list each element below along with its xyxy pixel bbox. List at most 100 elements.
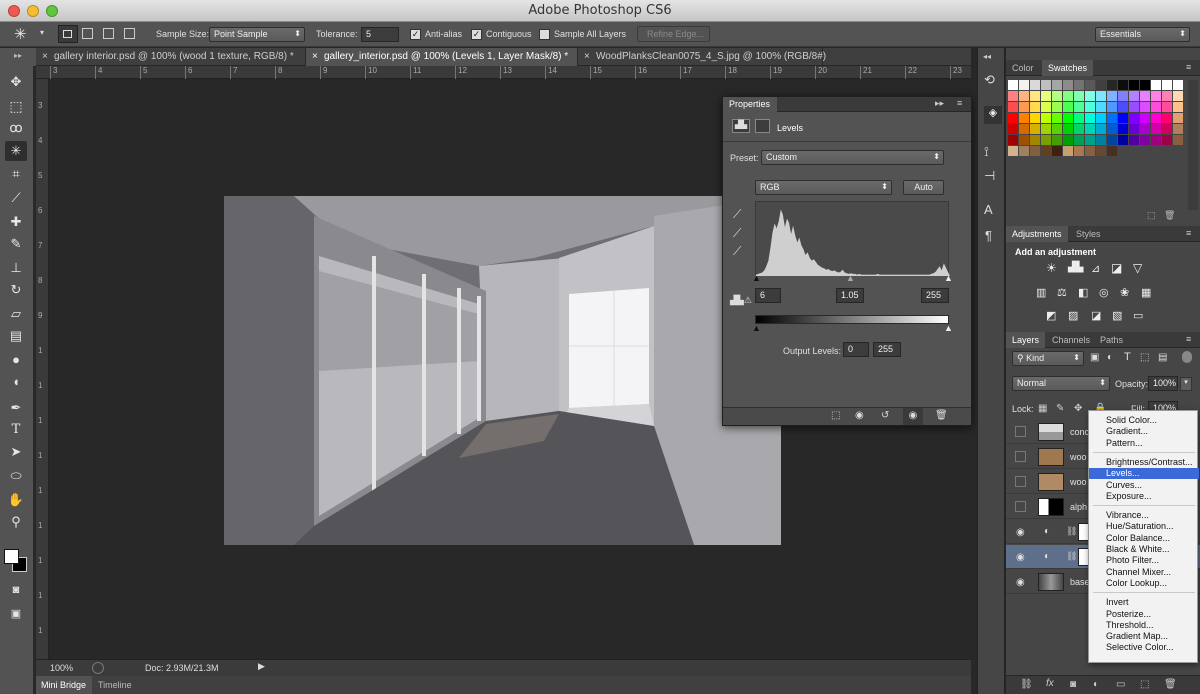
color-lookup-icon[interactable]: ▦ [1141,286,1151,299]
new-group-icon[interactable]: ▭ [1116,679,1125,690]
swatch[interactable] [1019,91,1029,101]
subtract-selection-icon[interactable] [103,28,114,39]
menu-item[interactable]: Color Lookup... [1089,578,1199,589]
lock-transparent-icon[interactable]: ▦ [1038,403,1047,414]
doc-tab-gallery-interior-levels[interactable]: × gallery_interior.psd @ 100% (Levels 1, … [306,48,578,66]
swatch[interactable] [1085,80,1095,90]
eraser-tool-icon[interactable]: ▱ [5,304,27,324]
swatch[interactable] [1019,124,1029,134]
clone-source-icon[interactable]: ⊣ [984,168,995,184]
swatch[interactable] [1140,124,1150,134]
swatches-scrollbar[interactable] [1188,80,1198,210]
channels-tab[interactable]: Channels [1046,332,1096,348]
delete-adjustment-icon[interactable]: 🗑 [935,410,948,421]
gamma-input-slider[interactable]: ▲ [846,273,855,283]
swatch[interactable] [1063,102,1073,112]
status-arrow-icon[interactable]: ▶ [258,661,268,674]
threshold-icon[interactable]: ◪ [1091,309,1101,322]
layers-tab[interactable]: Layers [1006,332,1046,348]
delete-layer-icon[interactable]: 🗑 [1164,679,1177,690]
swatch[interactable] [1052,135,1062,145]
swatch[interactable] [1052,102,1062,112]
add-selection-icon[interactable] [82,28,93,39]
sample-all-layers-checkbox[interactable] [539,29,550,40]
filter-toggle[interactable] [1182,351,1192,363]
menu-item[interactable]: Posterize... [1089,609,1199,620]
ellipse-tool-icon[interactable]: ⬭ [5,466,27,486]
swatch[interactable] [1162,80,1172,90]
swatch[interactable] [1019,135,1029,145]
lasso-tool-icon[interactable]: ꝏ [5,118,27,138]
menu-item[interactable]: Photo Filter... [1089,555,1199,566]
swatch[interactable] [1140,91,1150,101]
white-output-slider[interactable]: ▲ [944,323,953,333]
swatch[interactable] [1129,91,1139,101]
close-tab-icon[interactable]: × [312,51,318,62]
swatch[interactable] [1008,146,1018,156]
swatch[interactable] [1074,102,1084,112]
swatch[interactable] [1041,113,1051,123]
swatch[interactable] [1030,113,1040,123]
channel-select[interactable]: RGB [755,180,892,195]
swatch[interactable] [1041,135,1051,145]
preset-select[interactable]: Custom [761,150,944,165]
exposure-icon[interactable]: ◪ [1111,261,1122,275]
document-image[interactable] [224,196,781,545]
swatch[interactable] [1041,91,1051,101]
intersect-selection-icon[interactable] [124,28,135,39]
swatch[interactable] [1063,91,1073,101]
swatch[interactable] [1008,91,1018,101]
output-white-field[interactable]: 255 [873,342,901,357]
refine-edge-button[interactable]: Refine Edge... [637,26,710,42]
swatch[interactable] [1074,91,1084,101]
zoom-tool-icon[interactable]: ⚲ [5,512,27,532]
visibility-toggle[interactable] [1015,451,1026,462]
gray-point-eyedropper-icon[interactable]: ⟋ [733,226,741,241]
panel-menu-icon[interactable]: ≡ [1186,228,1191,238]
brush-presets-icon[interactable]: ⟟ [984,144,989,160]
swatch[interactable] [1173,124,1183,134]
healing-brush-tool-icon[interactable]: ✚ [5,212,27,232]
swatch[interactable] [1140,102,1150,112]
hand-tool-icon[interactable]: ✋ [5,490,27,510]
swatch[interactable] [1019,146,1029,156]
properties-tab[interactable]: Properties [723,97,778,112]
swatch[interactable] [1085,146,1095,156]
swatch[interactable] [1173,113,1183,123]
menu-item[interactable]: Color Balance... [1089,533,1199,544]
history-icon[interactable]: ⟲ [984,72,995,88]
clone-stamp-tool-icon[interactable]: ⊥ [5,258,27,278]
new-adjustment-layer-icon[interactable]: ◐ [1093,679,1099,690]
swatch[interactable] [1063,113,1073,123]
swatch[interactable] [1107,135,1117,145]
menu-item[interactable]: Selective Color... [1089,642,1199,653]
swatch[interactable] [1140,80,1150,90]
swatch[interactable] [1063,146,1073,156]
menu-item[interactable]: Pattern... [1089,438,1199,449]
swatch[interactable] [1107,80,1117,90]
swatch[interactable] [1096,102,1106,112]
menu-item[interactable]: Vibrance... [1089,510,1199,521]
swatch[interactable] [1129,124,1139,134]
photo-filter-icon[interactable]: ◎ [1099,286,1109,299]
swatch[interactable] [1107,113,1117,123]
swatch[interactable] [1162,102,1172,112]
swatch[interactable] [1173,91,1183,101]
new-layer-icon[interactable]: ⬚ [1140,679,1149,690]
color-tab[interactable]: Color [1006,60,1040,76]
swatch[interactable] [1173,102,1183,112]
brush-tool-icon[interactable]: ✎ [5,234,27,254]
link-layers-icon[interactable]: ⛓ [1020,679,1033,690]
swatch[interactable] [1118,113,1128,123]
adjustments-tab[interactable]: Adjustments [1006,226,1068,242]
swatch[interactable] [1151,91,1161,101]
swatch[interactable] [1129,135,1139,145]
clipping-warning-icon[interactable]: ▟▙⚠ [730,295,752,306]
marquee-tool-icon[interactable]: ⬚ [5,96,27,116]
swatch[interactable] [1019,80,1029,90]
swatch[interactable] [1129,80,1139,90]
swatch[interactable] [1129,113,1139,123]
input-black-field[interactable]: 6 [755,288,781,303]
swatch[interactable] [1074,113,1084,123]
swatch[interactable] [1085,102,1095,112]
